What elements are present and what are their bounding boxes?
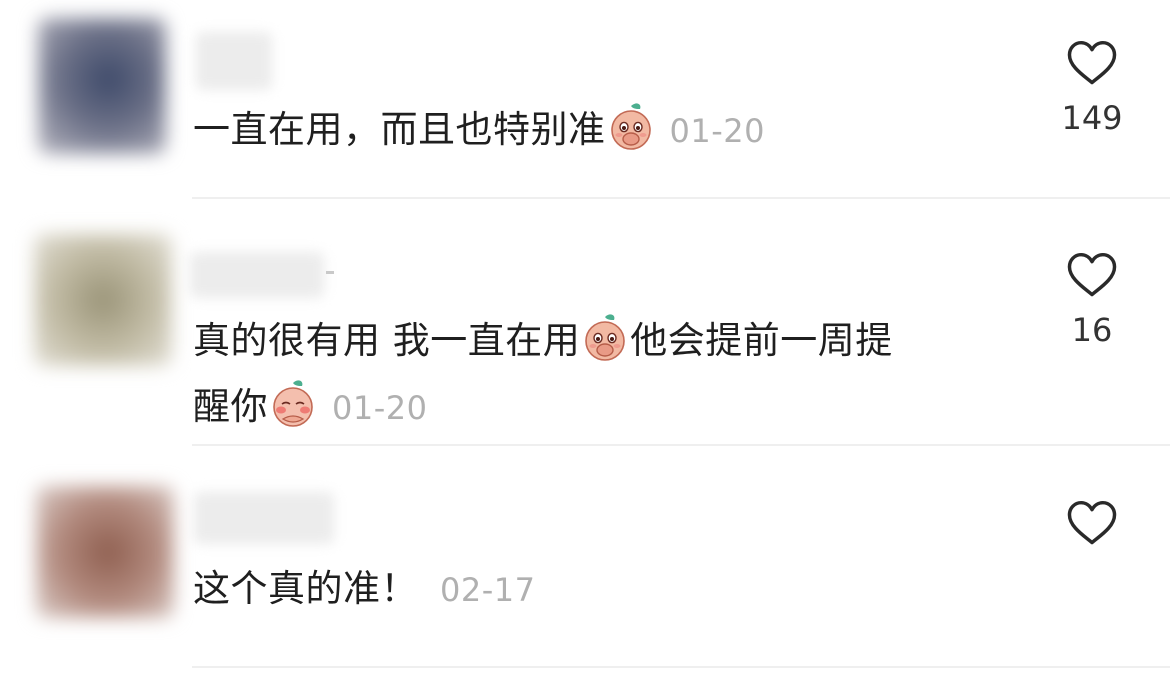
comment-item: 这个真的准！ 02-17: [0, 0, 1170, 684]
comment-text: 这个真的准！ 02-17: [193, 556, 993, 623]
avatar[interactable]: [36, 486, 174, 618]
heart-outline-icon: [1066, 500, 1118, 547]
username-blurred[interactable]: [194, 492, 334, 544]
comment-body: 这个真的准！: [193, 567, 418, 610]
divider: [192, 666, 1170, 668]
comment-date: 02-17: [440, 571, 536, 609]
like-button[interactable]: [1042, 500, 1142, 559]
